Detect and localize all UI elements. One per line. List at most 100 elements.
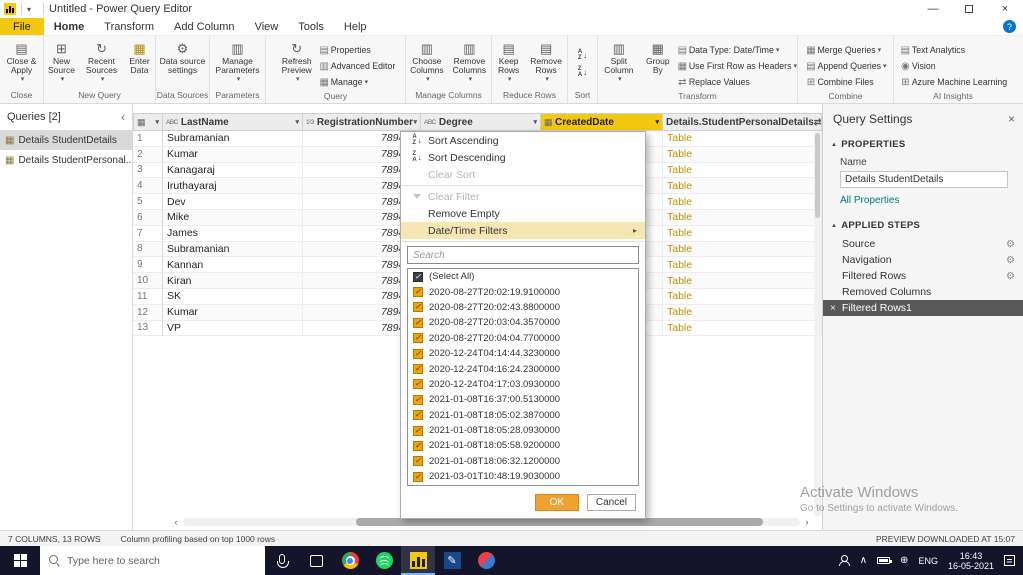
filter-search-box[interactable] bbox=[407, 246, 639, 264]
checkbox-checked[interactable]: ✓ bbox=[413, 364, 423, 375]
applied-steps-section-header[interactable]: ▲ APPLIED STEPS bbox=[823, 215, 1023, 234]
row-number[interactable]: 13 bbox=[133, 320, 163, 337]
checkbox-checked[interactable]: ✓ bbox=[413, 471, 423, 482]
column-header-createddate[interactable]: ▦ CreatedDate ▾ bbox=[541, 113, 663, 131]
gear-icon[interactable]: ⚙ bbox=[1006, 239, 1015, 250]
horizontal-scrollbar-track[interactable] bbox=[183, 518, 800, 526]
menu-help[interactable]: Help bbox=[334, 18, 377, 35]
refresh-preview-button[interactable]: ↻ Refresh Preview ▾ bbox=[276, 39, 318, 86]
checkbox-checked[interactable]: ✓ bbox=[413, 410, 423, 421]
column-header-degree[interactable]: ABC Degree ▾ bbox=[421, 113, 541, 131]
data-source-settings-button[interactable]: ⚙ Data source settings bbox=[156, 39, 209, 77]
sort-ascending-button[interactable]: ↓ bbox=[574, 47, 591, 64]
menu-home[interactable]: Home bbox=[44, 18, 95, 35]
close-panel-icon[interactable]: × bbox=[1008, 112, 1015, 126]
row-number[interactable]: 12 bbox=[133, 304, 163, 321]
checkbox-checked[interactable]: ✓ bbox=[413, 379, 423, 390]
cell-lastname[interactable]: Kiran bbox=[163, 273, 303, 289]
pen-app-taskbar-button[interactable]: ✎ bbox=[435, 546, 469, 575]
remove-rows-button[interactable]: ▤ Remove Rows ▾ bbox=[525, 39, 567, 86]
paint3d-taskbar-button[interactable] bbox=[469, 546, 503, 575]
checkbox-checked[interactable]: ✓ bbox=[413, 394, 423, 405]
cell-lastname[interactable]: Subramanian bbox=[163, 241, 303, 258]
row-number[interactable]: 3 bbox=[133, 162, 163, 179]
row-number[interactable]: 9 bbox=[133, 257, 163, 274]
help-icon[interactable]: ? bbox=[1003, 20, 1016, 33]
query-name-input[interactable] bbox=[840, 171, 1008, 188]
filter-value-row[interactable]: ✓ 2021-01-08T18:05:28.0930000 bbox=[408, 423, 638, 438]
column-header-lastname[interactable]: ABC LastName ▾ bbox=[163, 113, 303, 131]
properties-section-header[interactable]: ▲ PROPERTIES bbox=[823, 134, 1023, 153]
filter-value-row[interactable]: ✓ 2020-12-24T04:17:03.0930000 bbox=[408, 377, 638, 392]
task-view-button[interactable] bbox=[299, 546, 333, 575]
powerbi-taskbar-button[interactable] bbox=[401, 546, 435, 575]
cell-details-table-link[interactable]: Table bbox=[663, 162, 822, 179]
cell-details-table-link[interactable]: Table bbox=[663, 273, 822, 289]
group-by-button[interactable]: ▦ Group By bbox=[640, 39, 676, 77]
cell-lastname[interactable]: Subramanian bbox=[163, 131, 303, 147]
action-center-icon[interactable] bbox=[1004, 555, 1015, 566]
grid-corner-header[interactable]: ▦ ▾ bbox=[133, 113, 163, 131]
new-source-button[interactable]: ⊞ New Source ▾ bbox=[44, 39, 79, 86]
applied-step-removed-columns[interactable]: Removed Columns bbox=[823, 284, 1023, 300]
cell-lastname[interactable]: James bbox=[163, 225, 303, 242]
filter-search-input[interactable] bbox=[408, 249, 638, 261]
properties-button[interactable]: ▤ Properties bbox=[318, 42, 396, 58]
checkbox-checked[interactable]: ✓ bbox=[413, 440, 423, 451]
row-number[interactable]: 6 bbox=[133, 209, 163, 226]
cell-lastname[interactable]: Iruthayaraj bbox=[163, 178, 303, 195]
row-number[interactable]: 8 bbox=[133, 241, 163, 258]
cell-details-table-link[interactable]: Table bbox=[663, 194, 822, 210]
battery-icon[interactable] bbox=[877, 557, 893, 564]
all-properties-link[interactable]: All Properties bbox=[823, 188, 1023, 215]
cell-details-table-link[interactable]: Table bbox=[663, 146, 822, 163]
cell-lastname[interactable]: Kumar bbox=[163, 304, 303, 321]
filter-value-row[interactable]: ✓ 2021-01-08T16:37:00.5130000 bbox=[408, 392, 638, 407]
menu-item-sort-ascending[interactable]: ↓ Sort Ascending bbox=[401, 132, 645, 149]
data-type-button[interactable]: ▤ Data Type: Date/Time ▾ bbox=[676, 42, 797, 58]
hidden-icons-chevron[interactable]: ∧ bbox=[860, 555, 867, 566]
filter-value-row[interactable]: ✓ 2020-12-24T04:16:24.2300000 bbox=[408, 361, 638, 376]
row-number[interactable]: 2 bbox=[133, 146, 163, 163]
cell-details-table-link[interactable]: Table bbox=[663, 178, 822, 195]
delete-step-icon[interactable]: × bbox=[830, 303, 836, 314]
split-column-button[interactable]: ▥ Split Column ▾ bbox=[598, 39, 640, 86]
cell-details-table-link[interactable]: Table bbox=[663, 320, 822, 337]
horizontal-scrollbar-thumb[interactable] bbox=[355, 518, 763, 526]
cell-details-table-link[interactable]: Table bbox=[663, 209, 822, 226]
profiling-status[interactable]: Column profiling based on top 1000 rows bbox=[121, 534, 276, 544]
menu-item-clear-filter[interactable]: Clear Filter bbox=[401, 188, 645, 205]
gear-icon[interactable]: ⚙ bbox=[1006, 255, 1015, 266]
checkbox-checked[interactable]: ✓ bbox=[413, 456, 423, 467]
cell-lastname[interactable]: Mike bbox=[163, 209, 303, 226]
cortana-mic-button[interactable] bbox=[265, 546, 299, 575]
menu-transform[interactable]: Transform bbox=[94, 18, 164, 35]
filter-dropdown-icon[interactable]: ▾ bbox=[533, 118, 537, 126]
azure-ml-button[interactable]: ⊞ Azure Machine Learning bbox=[899, 74, 1007, 90]
cell-details-table-link[interactable]: Table bbox=[663, 304, 822, 321]
filter-value-row[interactable]: ✓ 2021-01-08T18:06:32.1200000 bbox=[408, 454, 638, 469]
recent-sources-button[interactable]: ↻ Recent Sources ▾ bbox=[79, 39, 124, 86]
cell-details-table-link[interactable]: Table bbox=[663, 257, 822, 274]
applied-step-source[interactable]: Source ⚙ bbox=[823, 236, 1023, 252]
query-item-details-studentdetails[interactable]: ▦ Details StudentDetails bbox=[0, 130, 132, 150]
checkbox-checked[interactable]: ✓ bbox=[413, 302, 423, 313]
people-icon[interactable] bbox=[838, 555, 850, 566]
gear-icon[interactable]: ⚙ bbox=[1006, 271, 1015, 282]
quick-access-dropdown-icon[interactable]: ▾ bbox=[27, 5, 31, 14]
menu-view[interactable]: View bbox=[245, 18, 289, 35]
scroll-left-arrow[interactable]: ‹ bbox=[169, 517, 183, 527]
filter-value-row[interactable]: ✓ 2020-08-27T20:03:04.3570000 bbox=[408, 315, 638, 330]
replace-values-button[interactable]: ⇄ Replace Values bbox=[676, 74, 797, 90]
filter-value-row[interactable]: ✓ 2021-01-08T18:05:58.9200000 bbox=[408, 438, 638, 453]
start-button[interactable] bbox=[0, 546, 40, 575]
close-apply-button[interactable]: ▤ Close & Apply ▾ bbox=[0, 39, 43, 86]
vertical-scrollbar-thumb[interactable] bbox=[815, 133, 820, 218]
select-all-row[interactable]: ✓ (Select All) bbox=[408, 269, 638, 284]
app-icon[interactable] bbox=[4, 3, 16, 15]
sort-descending-button[interactable]: ↓ bbox=[574, 64, 591, 81]
row-number[interactable]: 10 bbox=[133, 273, 163, 289]
filter-dropdown-icon[interactable]: ▾ bbox=[295, 118, 299, 126]
chevron-down-icon[interactable]: ▾ bbox=[155, 118, 159, 126]
collapse-panel-icon[interactable]: ‹ bbox=[121, 110, 125, 124]
